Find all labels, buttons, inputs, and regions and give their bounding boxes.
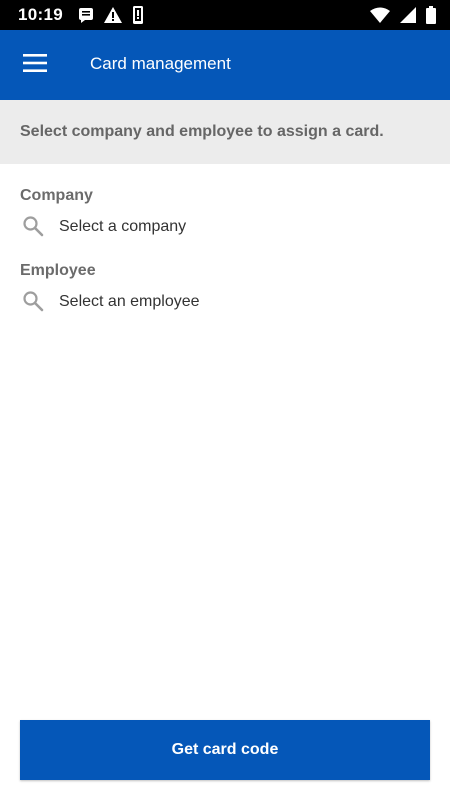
employee-search-field[interactable]: Select an employee (20, 287, 430, 317)
system-icons (370, 6, 436, 24)
page-title: Card management (90, 54, 231, 73)
wifi-icon (370, 7, 390, 23)
search-icon (22, 290, 46, 314)
company-placeholder: Select a company (59, 218, 187, 235)
phone-vibrate-icon (132, 6, 144, 24)
employee-placeholder: Select an employee (59, 293, 200, 310)
instruction-banner: Select company and employee to assign a … (0, 100, 450, 164)
company-label: Company (20, 187, 93, 204)
hamburger-menu-button[interactable] (12, 42, 58, 88)
message-icon (78, 7, 94, 23)
warning-icon (104, 7, 122, 23)
app-bar: Card management (0, 30, 450, 100)
status-bar: 10:19 (0, 0, 450, 30)
hamburger-menu-icon (23, 53, 47, 77)
signal-icon (400, 7, 416, 23)
search-icon (22, 215, 46, 239)
get-card-code-button[interactable]: Get card code (20, 720, 430, 780)
battery-icon (426, 6, 436, 24)
status-time: 10:19 (18, 5, 63, 24)
company-search-field[interactable]: Select a company (20, 212, 430, 242)
instruction-text: Select company and employee to assign a … (20, 123, 384, 140)
employee-label: Employee (20, 262, 96, 279)
notification-icons (78, 6, 144, 24)
card-management-screen: 10:19 Card management Select company and… (0, 0, 450, 800)
